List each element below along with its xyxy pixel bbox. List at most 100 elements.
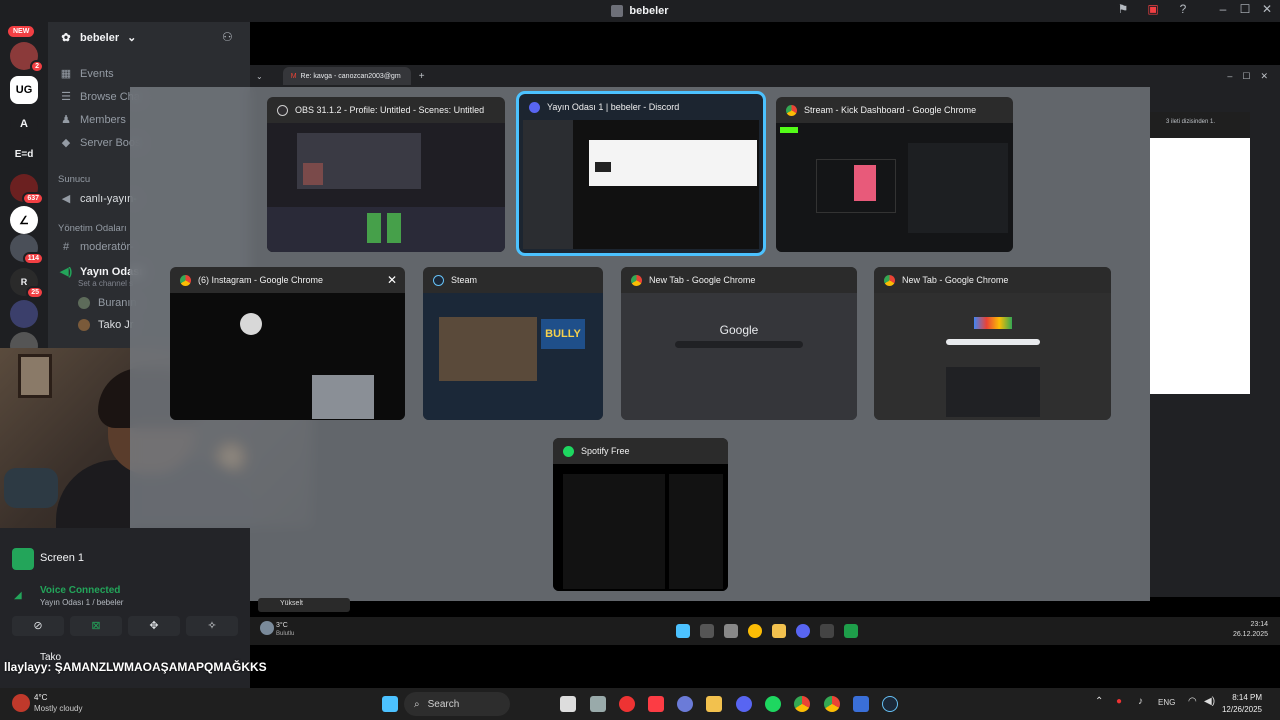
sidebar-item-boost[interactable]: ◆ Server Boos — [60, 136, 141, 150]
voice-status-sub[interactable]: Yayın Odası 1 / bebeler — [40, 598, 123, 607]
camera-off-button[interactable]: ⊘ — [12, 616, 64, 636]
task-switcher: OBS 31.1.2 - Profile: Untitled - Scenes:… — [130, 87, 1150, 601]
switcher-card-spotify[interactable]: Spotify Free — [553, 438, 728, 591]
switcher-card-steam[interactable]: Steam BULLY — [423, 267, 603, 420]
tab-list-icon[interactable]: ⌄ — [256, 72, 263, 81]
weather-temp[interactable]: 4°C — [34, 693, 47, 702]
switcher-card-newtab-2[interactable]: New Tab - Google Chrome — [874, 267, 1111, 420]
server-rail: 2 UG A E=d 637 ∠ 114 R 25 — [0, 22, 48, 360]
task-view-icon[interactable] — [560, 696, 576, 712]
server-avatar-7[interactable] — [10, 300, 38, 328]
excel-icon[interactable] — [844, 624, 858, 638]
discord-icon[interactable] — [736, 696, 752, 712]
chrome-icon[interactable] — [794, 696, 810, 712]
switcher-card-obs[interactable]: OBS 31.1.2 - Profile: Untitled - Scenes:… — [267, 97, 505, 252]
voice-status[interactable]: Voice Connected — [40, 585, 120, 596]
calendar-icon: ▦ — [60, 68, 72, 80]
search-icon[interactable] — [700, 624, 714, 638]
weather-desc[interactable]: Mostly cloudy — [34, 704, 82, 713]
soundboard-button[interactable]: ✧ — [186, 616, 238, 636]
chrome-icon[interactable] — [824, 696, 840, 712]
category-sunucu[interactable]: Sunucu — [58, 174, 90, 185]
voice-member-2[interactable]: Tako Jr — [78, 319, 133, 331]
stream-button[interactable]: ⊠ — [70, 616, 122, 636]
tray-icon[interactable]: ● — [1116, 696, 1122, 707]
switcher-card-kick[interactable]: Stream - Kick Dashboard - Google Chrome — [776, 97, 1013, 252]
chevron-up-icon[interactable]: ⌃ — [1095, 696, 1103, 707]
card-thumbnail — [776, 123, 1013, 252]
screen-share-icon[interactable]: ▣ — [1144, 2, 1162, 16]
card-thumbnail — [170, 293, 405, 420]
folder-icon[interactable] — [772, 624, 786, 638]
server-avatar-5[interactable]: 114 — [10, 234, 44, 265]
chrome-tab-mail[interactable]: M Re: kavga - canozcan2003@gm — [282, 67, 411, 85]
sidebar-item-browse[interactable]: ☰ Browse Cha — [60, 90, 140, 104]
start-button[interactable] — [382, 696, 398, 712]
task-view-icon[interactable] — [724, 624, 738, 638]
spotify-icon[interactable] — [765, 696, 781, 712]
obs-icon[interactable] — [820, 624, 834, 638]
clock-time[interactable]: 8:14 PM — [1210, 693, 1262, 702]
weather-icon — [260, 621, 274, 635]
search-box[interactable]: ⌕ Search — [404, 692, 510, 716]
server-avatar-1[interactable]: 2 — [10, 42, 44, 73]
app-icon[interactable] — [677, 696, 693, 712]
clock-date[interactable]: 12/26/2025 — [1210, 705, 1262, 714]
obs-icon — [277, 104, 288, 116]
server-avatar-3[interactable]: 637 — [10, 174, 44, 205]
folder-icon[interactable] — [706, 696, 722, 712]
mail-header: 3 ileti dizisinden 1. — [1150, 112, 1250, 138]
card-header: New Tab - Google Chrome — [621, 267, 857, 293]
settings-icon[interactable] — [590, 696, 606, 712]
switcher-card-newtab-1[interactable]: New Tab - Google Chrome Google — [621, 267, 857, 420]
channel-canli-yayin[interactable]: ◀ canlı-yayın- — [60, 192, 137, 206]
discord-icon[interactable] — [796, 624, 810, 638]
new-badge: NEW — [8, 26, 35, 37]
upgrade-button[interactable]: Yükselt — [258, 598, 350, 612]
channel-moderator[interactable]: # moderatör- — [60, 241, 134, 253]
wifi-icon[interactable]: ◠ — [1188, 696, 1197, 707]
obs-icon[interactable] — [619, 696, 635, 712]
language-indicator[interactable]: ENG — [1158, 698, 1175, 707]
stream-label: Screen 1 — [40, 552, 85, 564]
chevron-down-icon: ⌄ — [127, 32, 137, 44]
invite-icon[interactable]: ⚇ — [222, 30, 233, 44]
server-letter-a[interactable]: A — [10, 110, 38, 138]
card-thumbnail — [523, 120, 759, 249]
help-icon[interactable]: ? — [1174, 2, 1192, 16]
chrome-icon[interactable] — [748, 624, 762, 638]
app-icon[interactable] — [853, 696, 869, 712]
switcher-card-instagram[interactable]: (6) Instagram - Google Chrome ✕ — [170, 267, 405, 420]
music-icon[interactable] — [648, 696, 664, 712]
close-button[interactable]: ✕ — [1258, 2, 1276, 16]
steam-icon[interactable] — [882, 696, 898, 712]
activities-button[interactable]: ✥ — [128, 616, 180, 636]
chrome-window-controls[interactable]: – ☐ ✕ — [1227, 71, 1268, 82]
members-icon: ♟ — [61, 114, 71, 126]
sidebar-item-members[interactable]: ♟ Members — [60, 113, 126, 127]
browse-icon: ☰ — [61, 91, 71, 103]
weather-icon[interactable] — [12, 694, 30, 712]
switcher-card-discord[interactable]: Yayın Odası 1 | bebeler - Discord — [516, 91, 766, 256]
voice-member-1[interactable]: Buranın — [78, 297, 137, 309]
server-avatar-2[interactable]: UG — [10, 76, 38, 104]
minimize-button[interactable]: – — [1214, 2, 1232, 16]
window-title-text: bebeler — [629, 5, 669, 17]
mic-icon[interactable]: ♪ — [1138, 696, 1143, 707]
sidebar-item-events[interactable]: ▦ Events — [60, 67, 114, 81]
maximize-button[interactable]: ☐ — [1236, 2, 1254, 16]
windows-taskbar: 4°C Mostly cloudy ⌕ Search ⌃ ● ♪ ENG ◠ ◀… — [0, 688, 1280, 720]
server-avatar-4[interactable]: ∠ — [10, 206, 38, 234]
inbox-icon[interactable]: ⚑ — [1114, 2, 1132, 16]
close-icon[interactable]: ✕ — [387, 273, 397, 287]
server-avatar-6[interactable]: R 25 — [10, 268, 44, 299]
discord-titlebar: bebeler ⚑ ▣ ? – ☐ ✕ — [0, 0, 1280, 22]
inner-taskbar: 3°C Bulutlu 23:14 26.12.2025 — [250, 617, 1280, 645]
start-icon[interactable] — [676, 624, 690, 638]
server-letter-ed[interactable]: E=d — [10, 140, 38, 168]
new-tab-icon[interactable]: + — [419, 71, 425, 82]
server-settings-icon: ✿ — [61, 32, 71, 44]
server-name-header[interactable]: ✿ bebeler ⌄ — [60, 31, 137, 45]
background-chrome-tabbar: ⌄ M Re: kavga - canozcan2003@gm + – ☐ ✕ — [250, 65, 1280, 87]
category-yonetim[interactable]: Yönetim Odaları — [58, 223, 127, 234]
